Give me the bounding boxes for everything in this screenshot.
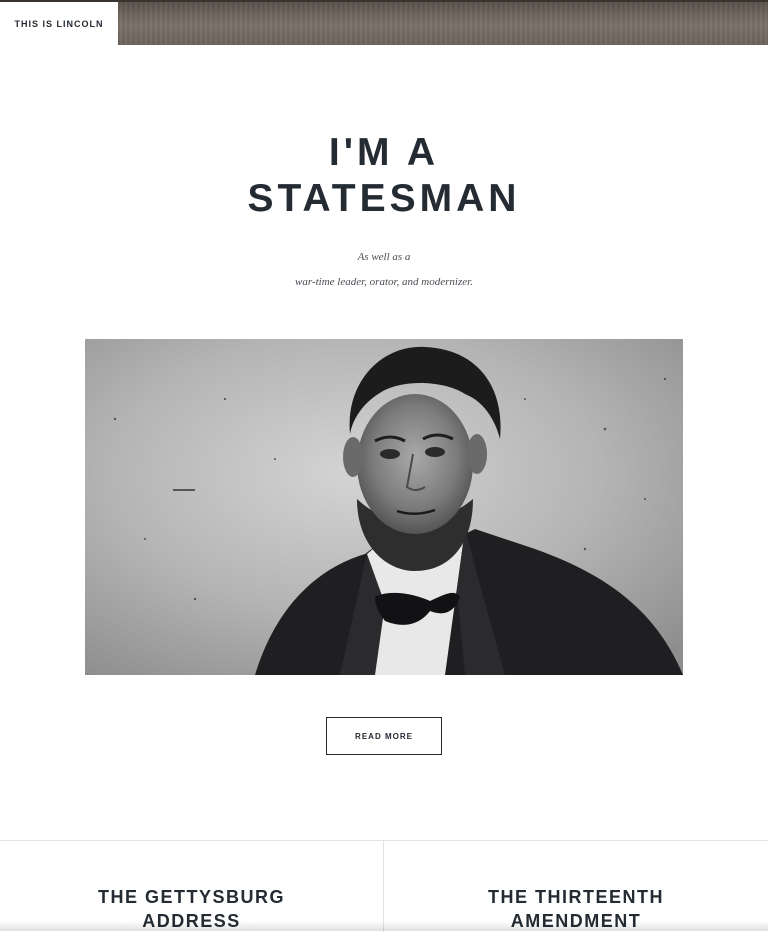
- page-title: I'M A STATESMAN: [0, 130, 768, 222]
- page-title-line-1: I'M A: [0, 130, 768, 176]
- card-title-line-2: AMENDMENT: [384, 909, 768, 933]
- card-gettysburg-address[interactable]: THE GETTYSBURG ADDRESS: [0, 841, 384, 932]
- portrait-illustration: [85, 339, 683, 675]
- read-more-button[interactable]: READ MORE: [326, 717, 442, 755]
- page-title-line-2: STATESMAN: [0, 176, 768, 222]
- card-title: THE THIRTEENTH AMENDMENT: [384, 885, 768, 933]
- subtitle-line-1: As well as a: [0, 251, 768, 263]
- subtitle-line-2: war-time leader, orator, and modernizer.: [0, 276, 768, 288]
- feature-cards: THE GETTYSBURG ADDRESS THE THIRTEENTH AM…: [0, 840, 768, 931]
- lincoln-portrait-image: [85, 339, 683, 675]
- card-thirteenth-amendment[interactable]: THE THIRTEENTH AMENDMENT: [384, 841, 768, 932]
- card-title-line-1: THE THIRTEENTH: [384, 885, 768, 909]
- card-title-line-2: ADDRESS: [0, 909, 383, 933]
- site-logo-link[interactable]: THIS IS LINCOLN: [0, 2, 118, 45]
- card-title-line-1: THE GETTYSBURG: [0, 885, 383, 909]
- card-title: THE GETTYSBURG ADDRESS: [0, 885, 383, 933]
